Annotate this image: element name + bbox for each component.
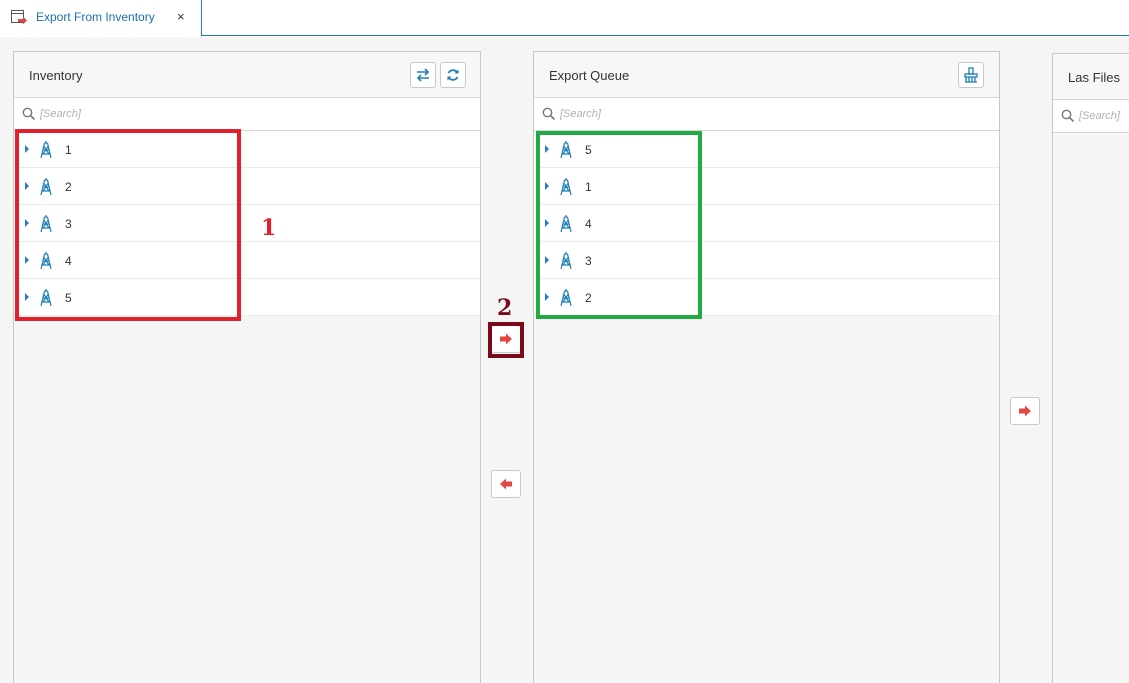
- search-input[interactable]: [Search]: [40, 108, 81, 120]
- las-files-list: [1053, 133, 1129, 683]
- search-icon: [22, 107, 36, 121]
- inventory-title: Inventory: [29, 68, 83, 83]
- export-queue-title: Export Queue: [549, 68, 630, 83]
- inventory-search[interactable]: [Search]: [14, 98, 480, 131]
- las-files-header: Las Files: [1053, 54, 1129, 100]
- las-files-title: Las Files: [1068, 70, 1121, 85]
- annotation-label-2: 2: [497, 295, 513, 321]
- arrow-left-icon: [500, 478, 512, 490]
- export-queue-header: Export Queue: [534, 52, 999, 98]
- clear-queue-button[interactable]: [958, 62, 984, 88]
- refresh-button[interactable]: [440, 62, 466, 88]
- annotation-label-1: 1: [261, 215, 277, 241]
- search-input[interactable]: [Search]: [1079, 110, 1120, 122]
- close-icon[interactable]: ×: [177, 9, 185, 24]
- export-window-icon: [11, 10, 27, 25]
- refresh-icon: [447, 69, 459, 81]
- arrow-right-icon: [1019, 405, 1031, 417]
- broom-icon: [964, 67, 978, 83]
- inventory-header: Inventory: [14, 52, 480, 98]
- tab-title: Export From Inventory: [36, 10, 155, 24]
- tab-export-from-inventory[interactable]: Export From Inventory ×: [0, 0, 202, 36]
- annotation-box-inventory: [15, 129, 241, 321]
- search-input[interactable]: [Search]: [560, 108, 601, 120]
- export-to-las-button[interactable]: [1010, 397, 1040, 425]
- swap-arrows-icon: [416, 68, 430, 82]
- remove-from-queue-button[interactable]: [491, 470, 521, 498]
- search-icon: [1061, 109, 1075, 123]
- workspace: Inventory [Search] 1 2 3 4 5 Export Queu…: [0, 37, 1129, 683]
- las-files-panel: Las Files [Search]: [1052, 53, 1129, 683]
- annotation-box-move-button: [488, 322, 524, 358]
- swap-button[interactable]: [410, 62, 436, 88]
- search-icon: [542, 107, 556, 121]
- export-queue-search[interactable]: [Search]: [534, 98, 999, 131]
- tab-bar: Export From Inventory ×: [0, 0, 1129, 36]
- annotation-box-queue: [536, 131, 702, 319]
- las-files-search[interactable]: [Search]: [1053, 100, 1129, 133]
